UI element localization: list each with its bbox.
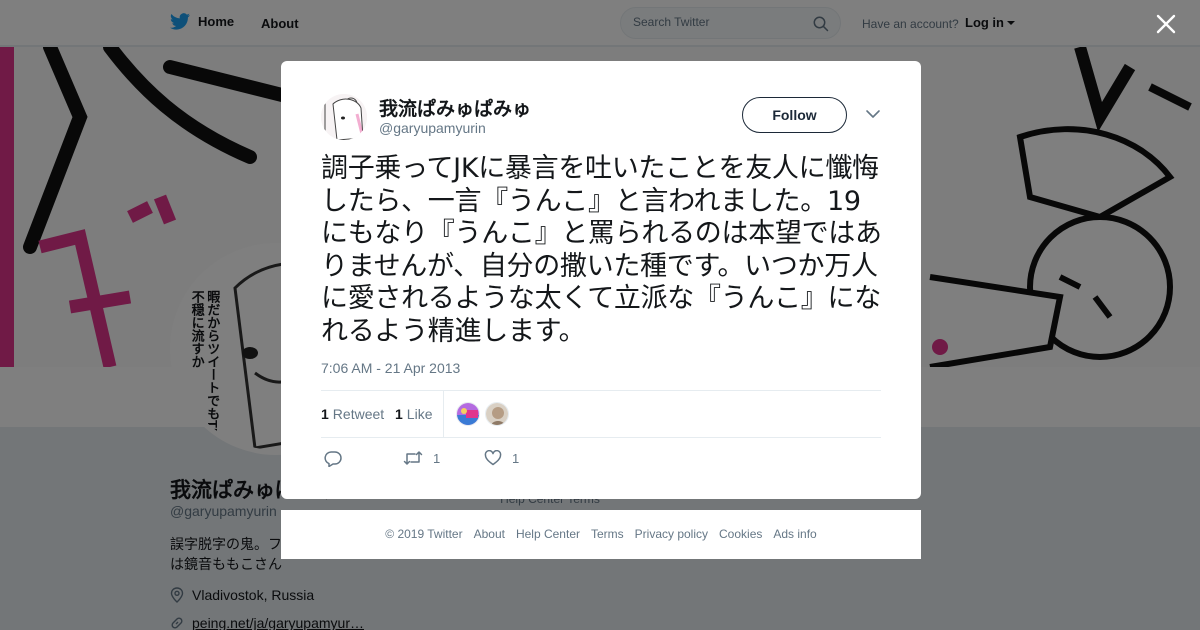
chevron-down-icon[interactable] — [865, 108, 881, 120]
tweet-author-avatar[interactable] — [321, 94, 367, 140]
liker-avatar-image — [457, 403, 479, 425]
author-avatar-drawing — [321, 94, 367, 140]
footer-link-terms[interactable]: Terms — [591, 527, 624, 541]
retweet-stat-label: Retweet — [332, 406, 385, 422]
retweet-stat[interactable]: 1 Retweet — [321, 406, 384, 422]
tweet-text: 調子乗ってJKに暴言を吐いたことを友人に懺悔したら、一言『うんこ』と言われました… — [321, 153, 882, 347]
reply-icon — [324, 451, 342, 467]
liker-avatar[interactable] — [485, 402, 509, 426]
footer-links: © 2019 Twitter About Help Center Terms P… — [281, 527, 921, 541]
stats-divider — [443, 391, 444, 437]
retweet-icon — [403, 451, 423, 465]
tweet-timestamp[interactable]: 7:06 AM - 21 Apr 2013 — [321, 360, 460, 376]
reply-button[interactable] — [324, 450, 342, 467]
liker-avatar[interactable] — [456, 402, 480, 426]
footer: © 2019 Twitter About Help Center Terms P… — [281, 510, 921, 559]
like-stat[interactable]: 1 Like — [395, 406, 432, 422]
footer-link-cookies[interactable]: Cookies — [719, 527, 762, 541]
footer-link-ads-info[interactable]: Ads info — [773, 527, 816, 541]
like-count: 1 — [395, 406, 403, 422]
footer-link-about[interactable]: About — [474, 527, 505, 541]
retweet-button[interactable]: 1 — [403, 450, 440, 466]
heart-icon — [484, 450, 502, 466]
tweet-actions: 1 1 — [321, 450, 881, 470]
liker-avatar-image — [486, 403, 508, 425]
like-button[interactable]: 1 — [484, 450, 519, 466]
footer-link-privacy-policy[interactable]: Privacy policy — [635, 527, 708, 541]
like-stat-label: Like — [406, 406, 433, 422]
tweet-stats: 1 Retweet 1 Like — [321, 390, 881, 438]
retweet-action-count: 1 — [433, 450, 441, 466]
close-icon[interactable] — [1154, 12, 1178, 36]
tweet-author-handle[interactable]: @garyupamyurin — [379, 120, 486, 136]
retweet-count: 1 — [321, 406, 329, 422]
footer-link-help-center[interactable]: Help Center — [516, 527, 580, 541]
tweet-author-name[interactable]: 我流ぱみゅぱみゅ — [379, 94, 531, 121]
follow-button[interactable]: Follow — [742, 97, 847, 133]
tweet-permalink-card: 我流ぱみゅぱみゅ @garyupamyurin Follow 調子乗ってJKに暴… — [281, 61, 921, 499]
footer-copyright: © 2019 Twitter — [385, 527, 463, 541]
like-action-count: 1 — [512, 450, 520, 466]
